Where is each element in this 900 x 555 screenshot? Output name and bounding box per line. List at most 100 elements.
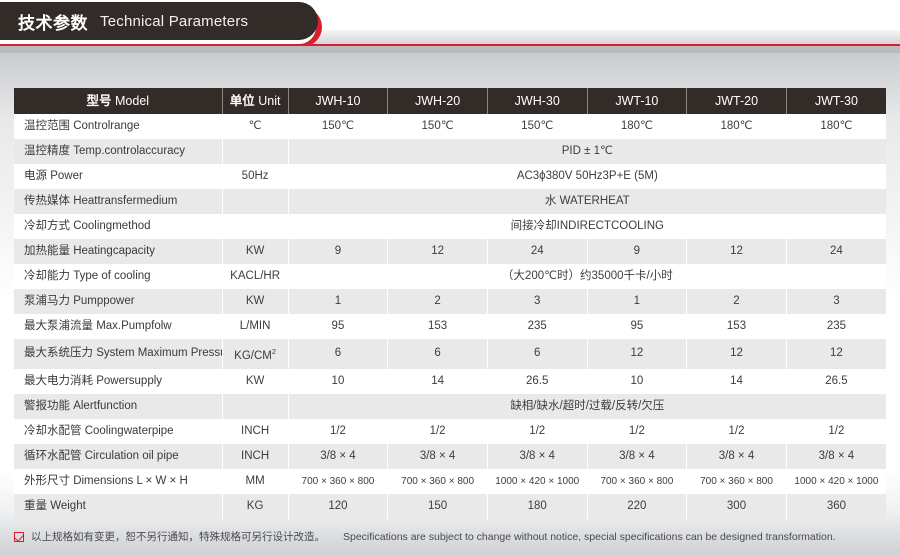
- row-value: 24: [487, 239, 588, 264]
- table-row: 最大电力消耗 Powersupply KW 10 14 26.5 10 14 26.5: [14, 368, 886, 394]
- row-label-en: Type of cooling: [70, 270, 151, 282]
- row-value: 1/2: [786, 418, 886, 444]
- table-row: 温控精度 Temp.controlaccuracy PID ± 1℃: [14, 139, 886, 164]
- row-value: 700 × 360 × 800: [387, 468, 488, 494]
- row-label: 冷却水配管 Coolingwaterpipe: [14, 418, 223, 444]
- row-value: 235: [487, 314, 588, 339]
- row-label: 泵浦马力 Pumppower: [14, 289, 223, 314]
- table-row: 泵浦马力 Pumppower KW 1 2 3 1 2 3: [14, 289, 886, 314]
- row-value: 220: [587, 493, 688, 519]
- specs-table-wrap: 型号 Model 单位 Unit JWH-10 JWH-20 JWH-30 JW…: [14, 88, 886, 519]
- row-value: 2: [387, 289, 488, 314]
- row-value: 700 × 360 × 800: [587, 468, 688, 494]
- row-unit: KW: [222, 368, 289, 394]
- row-unit: INCH: [222, 443, 289, 469]
- row-label-en: Controlrange: [70, 120, 140, 132]
- row-value: 153: [686, 314, 787, 339]
- row-value: 1000 × 420 × 1000: [487, 468, 588, 494]
- table-row: 循环水配管 Circulation oil pipe INCH 3/8 × 4 3/8…: [14, 443, 886, 469]
- row-value: 700 × 360 × 800: [686, 468, 787, 494]
- row-value: 3/8 × 4: [686, 443, 787, 469]
- row-label-cn: 警报功能: [24, 399, 70, 412]
- table-row: 传热媒体 Heattransfermedium 水 WATERHEAT: [14, 189, 886, 214]
- row-label-cn: 冷却方式: [24, 220, 70, 232]
- row-value-merged: 缺相/缺水/超时/过载/反转/欠压: [288, 393, 886, 419]
- row-value: 3: [786, 289, 886, 314]
- row-value: 9: [587, 239, 688, 264]
- row-unit: KW: [222, 239, 289, 264]
- row-value: 3/8 × 4: [786, 443, 886, 469]
- row-value-merged: 水 WATERHEAT: [288, 189, 886, 214]
- row-unit: [222, 393, 289, 419]
- row-value: 153: [387, 314, 488, 339]
- technical-parameters-table: 型号 Model 单位 Unit JWH-10 JWH-20 JWH-30 JW…: [14, 88, 886, 519]
- row-label-en: Max.Pumpfolw: [93, 320, 172, 332]
- row-unit: KG: [222, 493, 289, 519]
- row-value: 360: [786, 493, 886, 519]
- row-label-en: Heattransfermedium: [70, 195, 178, 207]
- table-row: 冷却能力 Type of cooling KACL/HR （大200℃时）约3500…: [14, 264, 886, 289]
- col-header-unit-en: Unit: [258, 94, 281, 108]
- row-unit: [222, 189, 289, 214]
- row-value: 10: [587, 368, 688, 394]
- row-value: 3/8 × 4: [387, 443, 488, 469]
- row-value: 1: [587, 289, 688, 314]
- row-value: 12: [686, 339, 787, 369]
- row-value: 180℃: [686, 114, 787, 139]
- row-label: 最大泵浦流量 Max.Pumpfolw: [14, 314, 223, 339]
- row-label-en: Coolingwaterpipe: [81, 424, 174, 437]
- row-value: 180℃: [587, 114, 688, 139]
- row-value: 3/8 × 4: [487, 443, 588, 469]
- row-label: 外形尺寸 Dimensions L × W × H: [14, 468, 223, 494]
- row-value: 6: [487, 339, 588, 369]
- row-value: 120: [288, 493, 389, 519]
- table-row: 警报功能 Alertfunction 缺相/缺水/超时/过载/反转/欠压: [14, 393, 886, 419]
- row-value: 150℃: [487, 114, 588, 139]
- row-label-cn: 最大系统压力: [24, 347, 93, 360]
- row-value-merged: （大200℃时）约35000千卡/小时: [288, 264, 886, 289]
- row-label: 重量 Weight: [14, 493, 223, 519]
- table-row: 冷却方式 Coolingmethod 间接冷却INDIRECTCOOLING: [14, 214, 886, 239]
- row-value: 1000 × 420 × 1000: [786, 468, 886, 494]
- footnote: 以上规格如有变更，恕不另行通知，特殊规格可另行设计改造。 Specificati…: [14, 529, 894, 544]
- row-value: 6: [288, 339, 389, 369]
- col-header-unit: 单位 Unit: [222, 88, 289, 114]
- row-value: 180: [487, 493, 588, 519]
- row-value: 1: [288, 289, 389, 314]
- table-row: 加热能量 Heatingcapacity KW 9 12 24 9 12 24: [14, 239, 886, 264]
- row-value-merged: 间接冷却INDIRECTCOOLING: [288, 214, 886, 239]
- row-value: 26.5: [786, 368, 886, 394]
- row-value: 150℃: [387, 114, 488, 139]
- row-label-cn: 最大泵浦流量: [24, 320, 93, 332]
- row-label-en: Coolingmethod: [70, 220, 151, 232]
- table-row: 最大系统压力 System Maximum PressureKG/CM26661…: [14, 339, 886, 369]
- row-value: 95: [288, 314, 389, 339]
- row-label-en: Dimensions L × W × H: [70, 474, 188, 487]
- row-label: 循环水配管 Circulation oil pipe: [14, 443, 223, 469]
- row-value: 1/2: [288, 418, 389, 444]
- col-header-jwt-10: JWT-10: [587, 88, 688, 114]
- footnote-en: Specifications are subject to change wit…: [343, 530, 836, 543]
- row-value: 14: [387, 368, 488, 394]
- col-header-model-en: Model: [115, 94, 150, 108]
- table-row: 冷却水配管 Coolingwaterpipe INCH 1/2 1/2 1/2 1/2 1/…: [14, 418, 886, 444]
- row-label-cn: 循环水配管: [24, 449, 82, 462]
- row-label-en: Powersupply: [93, 374, 163, 387]
- row-value: 235: [786, 314, 886, 339]
- col-header-jwt-30: JWT-30: [786, 88, 886, 114]
- row-value: 9: [288, 239, 389, 264]
- row-label-cn: 传热媒体: [24, 195, 70, 207]
- row-value: 1/2: [387, 418, 488, 444]
- table-row: 温控范围 Controlrange ℃ 150℃ 150℃ 150℃ 180℃ 180℃ 18…: [14, 114, 886, 139]
- row-value: 10: [288, 368, 389, 394]
- row-label-cn: 冷却能力: [24, 270, 70, 282]
- row-value: 700 × 360 × 800: [288, 468, 389, 494]
- row-label: 最大系统压力 System Maximum Pressure: [14, 339, 223, 369]
- row-label-en: Circulation oil pipe: [81, 449, 179, 462]
- table-body: 温控范围 Controlrange ℃ 150℃ 150℃ 150℃ 180℃ 180℃ 18…: [14, 114, 886, 519]
- row-label-cn: 温控范围: [24, 120, 70, 132]
- row-unit: 50Hz: [222, 164, 289, 189]
- row-label: 警报功能 Alertfunction: [14, 393, 223, 419]
- row-value: 12: [387, 239, 488, 264]
- row-unit: MM: [222, 468, 289, 494]
